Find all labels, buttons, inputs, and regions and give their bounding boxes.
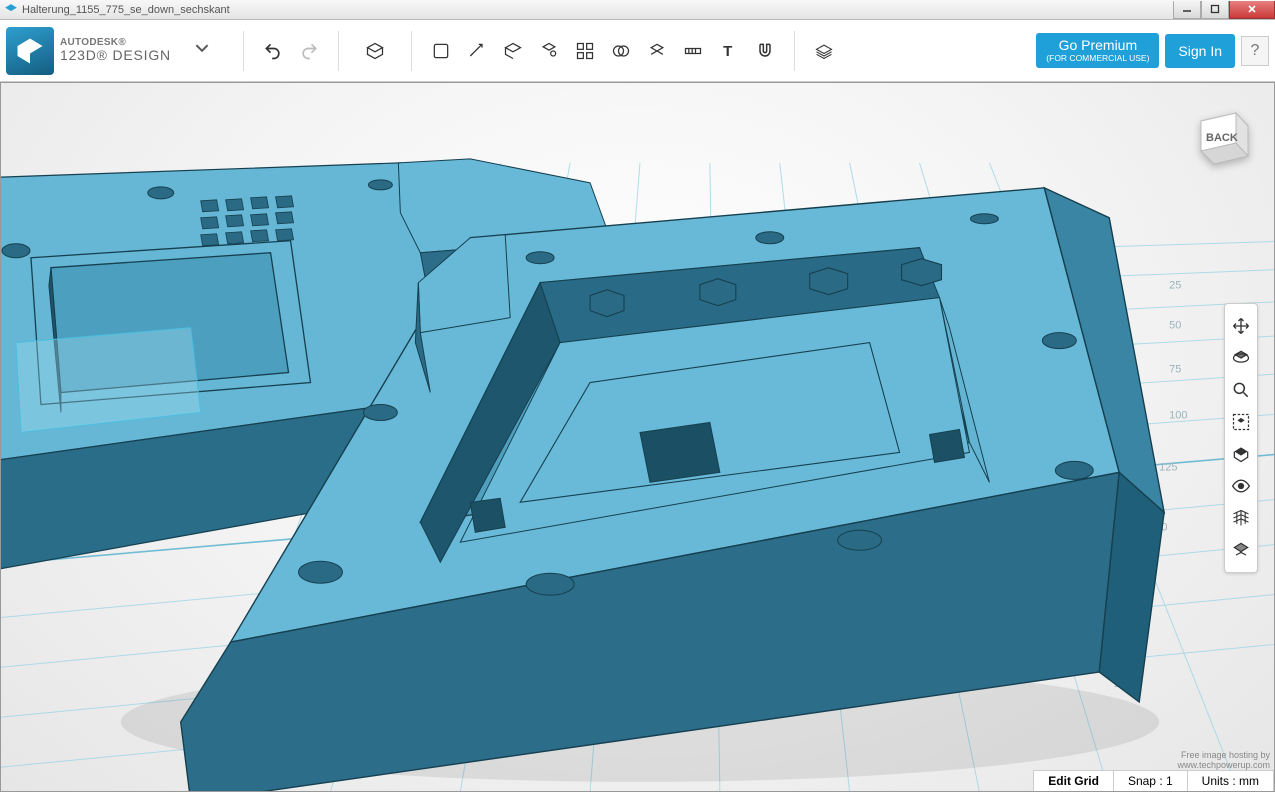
snap-button[interactable] <box>644 38 670 64</box>
divider <box>338 31 339 71</box>
credit-l2: www.techpowerup.com <box>1177 761 1270 771</box>
primitives-button[interactable] <box>355 38 395 64</box>
app-icon <box>4 3 18 17</box>
svg-text:T: T <box>723 43 732 60</box>
premium-sub: (FOR COMMERCIAL USE) <box>1046 54 1149 63</box>
divider <box>411 31 412 71</box>
help-button[interactable]: ? <box>1241 36 1269 66</box>
divider <box>794 31 795 71</box>
edit-grid-label: Edit Grid <box>1048 774 1099 788</box>
maximize-button[interactable] <box>1201 1 1229 19</box>
help-label: ? <box>1251 42 1260 60</box>
navigation-bar <box>1224 303 1258 573</box>
scene: 25 50 75 100 125 150 175 200 <box>1 83 1274 792</box>
pattern-button[interactable] <box>536 38 562 64</box>
history-group <box>260 38 322 64</box>
modify-button[interactable] <box>500 38 526 64</box>
image-credit: Free image hosting by www.techpowerup.co… <box>1177 751 1270 771</box>
status-bar: Edit Grid Snap : 1 Units : mm <box>1033 770 1274 791</box>
grid-tick: 125 <box>1159 461 1177 473</box>
app-logo[interactable]: AUTODESK® 123D® DESIGN <box>6 27 209 75</box>
close-button[interactable] <box>1229 1 1275 19</box>
product-label: 123D® DESIGN <box>60 48 171 63</box>
toolbar: AUTODESK® 123D® DESIGN <box>0 20 1275 82</box>
visibility-button[interactable] <box>1227 470 1255 502</box>
grid-tick: 100 <box>1169 409 1187 421</box>
transform-group <box>355 38 395 64</box>
snap-toggle-button[interactable] <box>1227 534 1255 566</box>
shaded-button[interactable] <box>1227 438 1255 470</box>
main-menu-caret-icon[interactable] <box>195 41 209 60</box>
fit-button[interactable] <box>1227 406 1255 438</box>
grouping-button[interactable] <box>572 38 598 64</box>
window-controls <box>1173 1 1275 19</box>
grid-toggle-button[interactable] <box>1227 502 1255 534</box>
tools-group: T <box>428 38 778 64</box>
window-title: Halterung_1155_775_se_down_sechskant <box>22 4 230 16</box>
construct-button[interactable] <box>464 38 490 64</box>
materials-button[interactable] <box>811 38 837 64</box>
undo-button[interactable] <box>260 38 286 64</box>
materials-group <box>811 38 837 64</box>
go-premium-button[interactable]: Go Premium (FOR COMMERCIAL USE) <box>1036 33 1159 68</box>
signin-label: Sign In <box>1178 43 1222 59</box>
grid-tick: 25 <box>1169 280 1181 292</box>
logo-text: AUTODESK® 123D® DESIGN <box>60 38 171 63</box>
viewport[interactable]: 25 50 75 100 125 150 175 200 <box>0 82 1275 792</box>
minimize-button[interactable] <box>1173 1 1201 19</box>
zoom-button[interactable] <box>1227 374 1255 406</box>
edit-grid-button[interactable]: Edit Grid <box>1033 770 1113 791</box>
combine-button[interactable] <box>608 38 634 64</box>
pan-button[interactable] <box>1227 310 1255 342</box>
logo-icon <box>6 27 54 75</box>
units-label: Units : mm <box>1202 774 1259 788</box>
sign-in-button[interactable]: Sign In <box>1165 34 1235 68</box>
units-display[interactable]: Units : mm <box>1187 770 1274 791</box>
snap-label: Snap : 1 <box>1128 774 1173 788</box>
premium-label: Go Premium <box>1059 37 1138 53</box>
viewcube-face-label: BACK <box>1206 132 1238 144</box>
divider <box>243 31 244 71</box>
orbit-button[interactable] <box>1227 342 1255 374</box>
sketch-button[interactable] <box>428 38 454 64</box>
titlebar: Halterung_1155_775_se_down_sechskant <box>0 0 1275 20</box>
grid-tick: 75 <box>1169 364 1181 376</box>
snap-display[interactable]: Snap : 1 <box>1113 770 1187 791</box>
magnet-button[interactable] <box>752 38 778 64</box>
viewcube[interactable]: BACK <box>1186 101 1256 171</box>
redo-button[interactable] <box>296 38 322 64</box>
grid-tick: 50 <box>1169 320 1181 332</box>
text-button[interactable]: T <box>716 38 742 64</box>
measure-button[interactable] <box>680 38 706 64</box>
